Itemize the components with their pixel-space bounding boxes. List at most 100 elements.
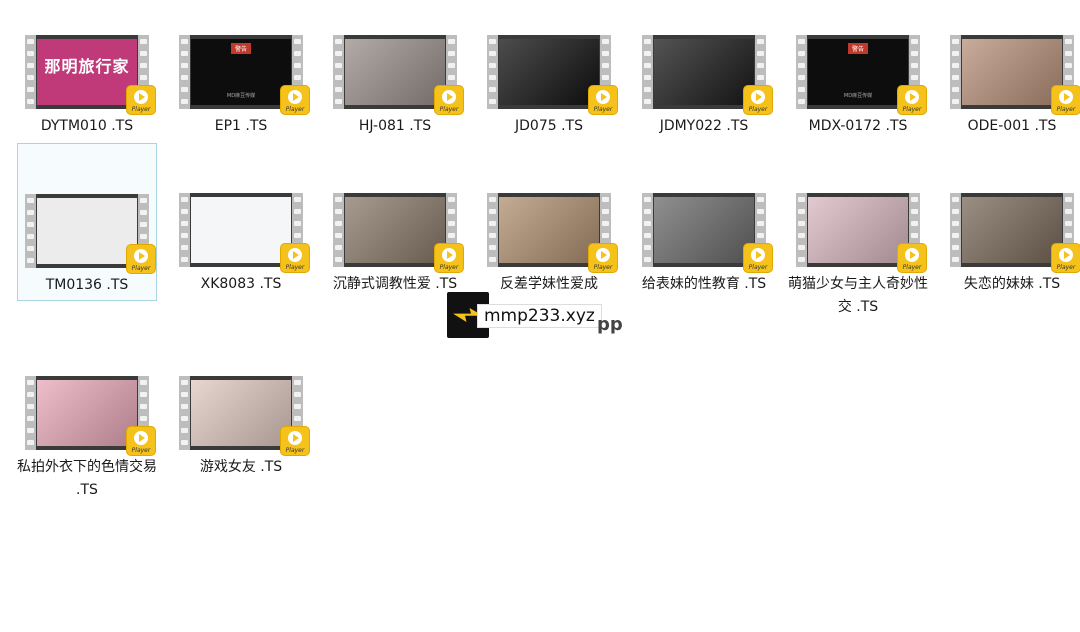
file-name-label: 私拍外衣下的色情交易 .TS xyxy=(17,459,157,498)
file-item[interactable]: Player JDMY022 .TS xyxy=(634,35,774,138)
player-badge-icon: Player xyxy=(589,86,617,114)
thumbnail-frame xyxy=(499,39,599,105)
video-thumbnail: Player xyxy=(179,376,309,455)
film-strip-left xyxy=(796,35,807,109)
film-strip-left xyxy=(796,193,807,267)
play-icon xyxy=(596,90,610,104)
video-thumbnail: Player xyxy=(487,193,617,272)
play-icon xyxy=(1059,248,1073,262)
thumbnail-image xyxy=(654,39,754,105)
file-name-label: XK8083 .TS xyxy=(200,276,282,292)
file-item[interactable]: Player JD075 .TS xyxy=(479,35,619,138)
thumbnail-image xyxy=(345,39,445,105)
thumbnail-frame xyxy=(345,197,445,263)
thumbnail-frame: 警告 MD麻豆传媒 xyxy=(191,39,291,105)
file-name-label: JD075 .TS xyxy=(515,118,583,134)
play-icon xyxy=(1059,90,1073,104)
thumbnail-image xyxy=(191,380,291,446)
player-badge-icon: Player xyxy=(898,86,926,114)
player-badge-icon: Player xyxy=(127,427,155,455)
player-badge-icon: Player xyxy=(898,244,926,272)
player-badge-label: Player xyxy=(1056,264,1076,271)
thumbnail-frame xyxy=(191,380,291,446)
file-name-label: HJ-081 .TS xyxy=(358,118,432,134)
thumbnail-image xyxy=(37,380,137,446)
file-item[interactable]: Player 失恋的妹妹 .TS xyxy=(942,193,1080,296)
thumbnail-frame: 那明旅行家 xyxy=(37,39,137,105)
video-thumbnail: Player xyxy=(333,35,463,114)
film-strip-left xyxy=(179,193,190,267)
thumbnail-image xyxy=(962,39,1062,105)
file-item[interactable]: Player TM0136 .TS xyxy=(17,143,157,301)
thumbnail-warning-tag: 警告 xyxy=(230,43,252,54)
play-icon xyxy=(288,431,302,445)
thumbnail-frame xyxy=(191,197,291,263)
player-badge-label: Player xyxy=(748,264,768,271)
file-name-label: ODE-001 .TS xyxy=(967,118,1057,134)
film-strip-left xyxy=(642,193,653,267)
file-item[interactable]: Player 游戏女友 .TS xyxy=(171,376,311,479)
film-strip-left xyxy=(333,193,344,267)
file-name-label: 给表妹的性教育 .TS xyxy=(641,276,767,292)
player-badge-label: Player xyxy=(593,264,613,271)
play-icon xyxy=(288,90,302,104)
file-item[interactable]: Player 沉静式调教性爱 .TS xyxy=(325,193,465,296)
thumbnail-warning-tag: 警告 xyxy=(847,43,869,54)
player-badge-icon: Player xyxy=(589,244,617,272)
player-badge-label: Player xyxy=(439,264,459,271)
video-thumbnail: Player xyxy=(25,194,155,273)
thumbnail-frame xyxy=(345,39,445,105)
file-item[interactable]: 警告 MD麻豆传媒 Player EP1 .TS xyxy=(171,35,311,138)
file-item[interactable]: Player 萌猫少女与主人奇妙性交 .TS xyxy=(788,193,928,319)
video-thumbnail: Player xyxy=(950,193,1080,272)
player-badge-label: Player xyxy=(131,265,151,272)
video-thumbnail: Player xyxy=(950,35,1080,114)
play-icon xyxy=(905,90,919,104)
player-badge-label: Player xyxy=(748,106,768,113)
video-thumbnail: Player xyxy=(179,193,309,272)
file-item[interactable]: Player 私拍外衣下的色情交易 .TS xyxy=(17,376,157,502)
player-badge-label: Player xyxy=(285,447,305,454)
player-badge-icon: Player xyxy=(435,86,463,114)
player-badge-icon: Player xyxy=(435,244,463,272)
file-item[interactable]: Player 反差学妹性爱成 xyxy=(479,193,619,296)
player-badge-label: Player xyxy=(285,106,305,113)
play-icon xyxy=(134,249,148,263)
file-name-label: EP1 .TS xyxy=(214,118,268,134)
film-strip-left xyxy=(25,376,36,450)
video-thumbnail: 警告 MD麻豆传媒 Player xyxy=(796,35,926,114)
player-badge-icon: Player xyxy=(281,244,309,272)
play-icon xyxy=(442,90,456,104)
play-icon xyxy=(905,248,919,262)
file-item[interactable]: 警告 MD麻豆传媒 Player MDX-0172 .TS xyxy=(788,35,928,138)
video-thumbnail: Player xyxy=(642,35,772,114)
player-badge-label: Player xyxy=(902,264,922,271)
player-badge-icon: Player xyxy=(127,86,155,114)
thumbnail-image xyxy=(808,197,908,263)
thumbnail-image xyxy=(654,197,754,263)
thumbnail-footer: MD麻豆传媒 xyxy=(226,93,256,99)
thumbnail-frame xyxy=(37,380,137,446)
thumbnail-frame xyxy=(654,39,754,105)
thumbnail-frame xyxy=(37,198,137,264)
player-badge-icon: Player xyxy=(744,86,772,114)
thumbnail-frame xyxy=(499,197,599,263)
file-name-label: JDMY022 .TS xyxy=(659,118,749,134)
file-item[interactable]: Player 给表妹的性教育 .TS xyxy=(634,193,774,296)
file-item[interactable]: 那明旅行家 Player DYTM010 .TS xyxy=(17,35,157,138)
file-item[interactable]: Player HJ-081 .TS xyxy=(325,35,465,138)
file-item[interactable]: Player XK8083 .TS xyxy=(171,193,311,296)
play-icon xyxy=(596,248,610,262)
player-badge-label: Player xyxy=(593,106,613,113)
file-name-label: 失恋的妹妹 .TS xyxy=(963,276,1061,292)
player-badge-label: Player xyxy=(439,106,459,113)
player-badge-label: Player xyxy=(131,106,151,113)
play-icon xyxy=(134,90,148,104)
thumbnail-frame: 警告 MD麻豆传媒 xyxy=(808,39,908,105)
thumbnail-frame xyxy=(962,197,1062,263)
player-badge-label: Player xyxy=(1056,106,1076,113)
file-item[interactable]: Player ODE-001 .TS xyxy=(942,35,1080,138)
play-icon xyxy=(442,248,456,262)
watermark-suffix-text: pp xyxy=(597,314,623,335)
watermark-overlay: mmp233.xyz pp xyxy=(447,292,627,338)
